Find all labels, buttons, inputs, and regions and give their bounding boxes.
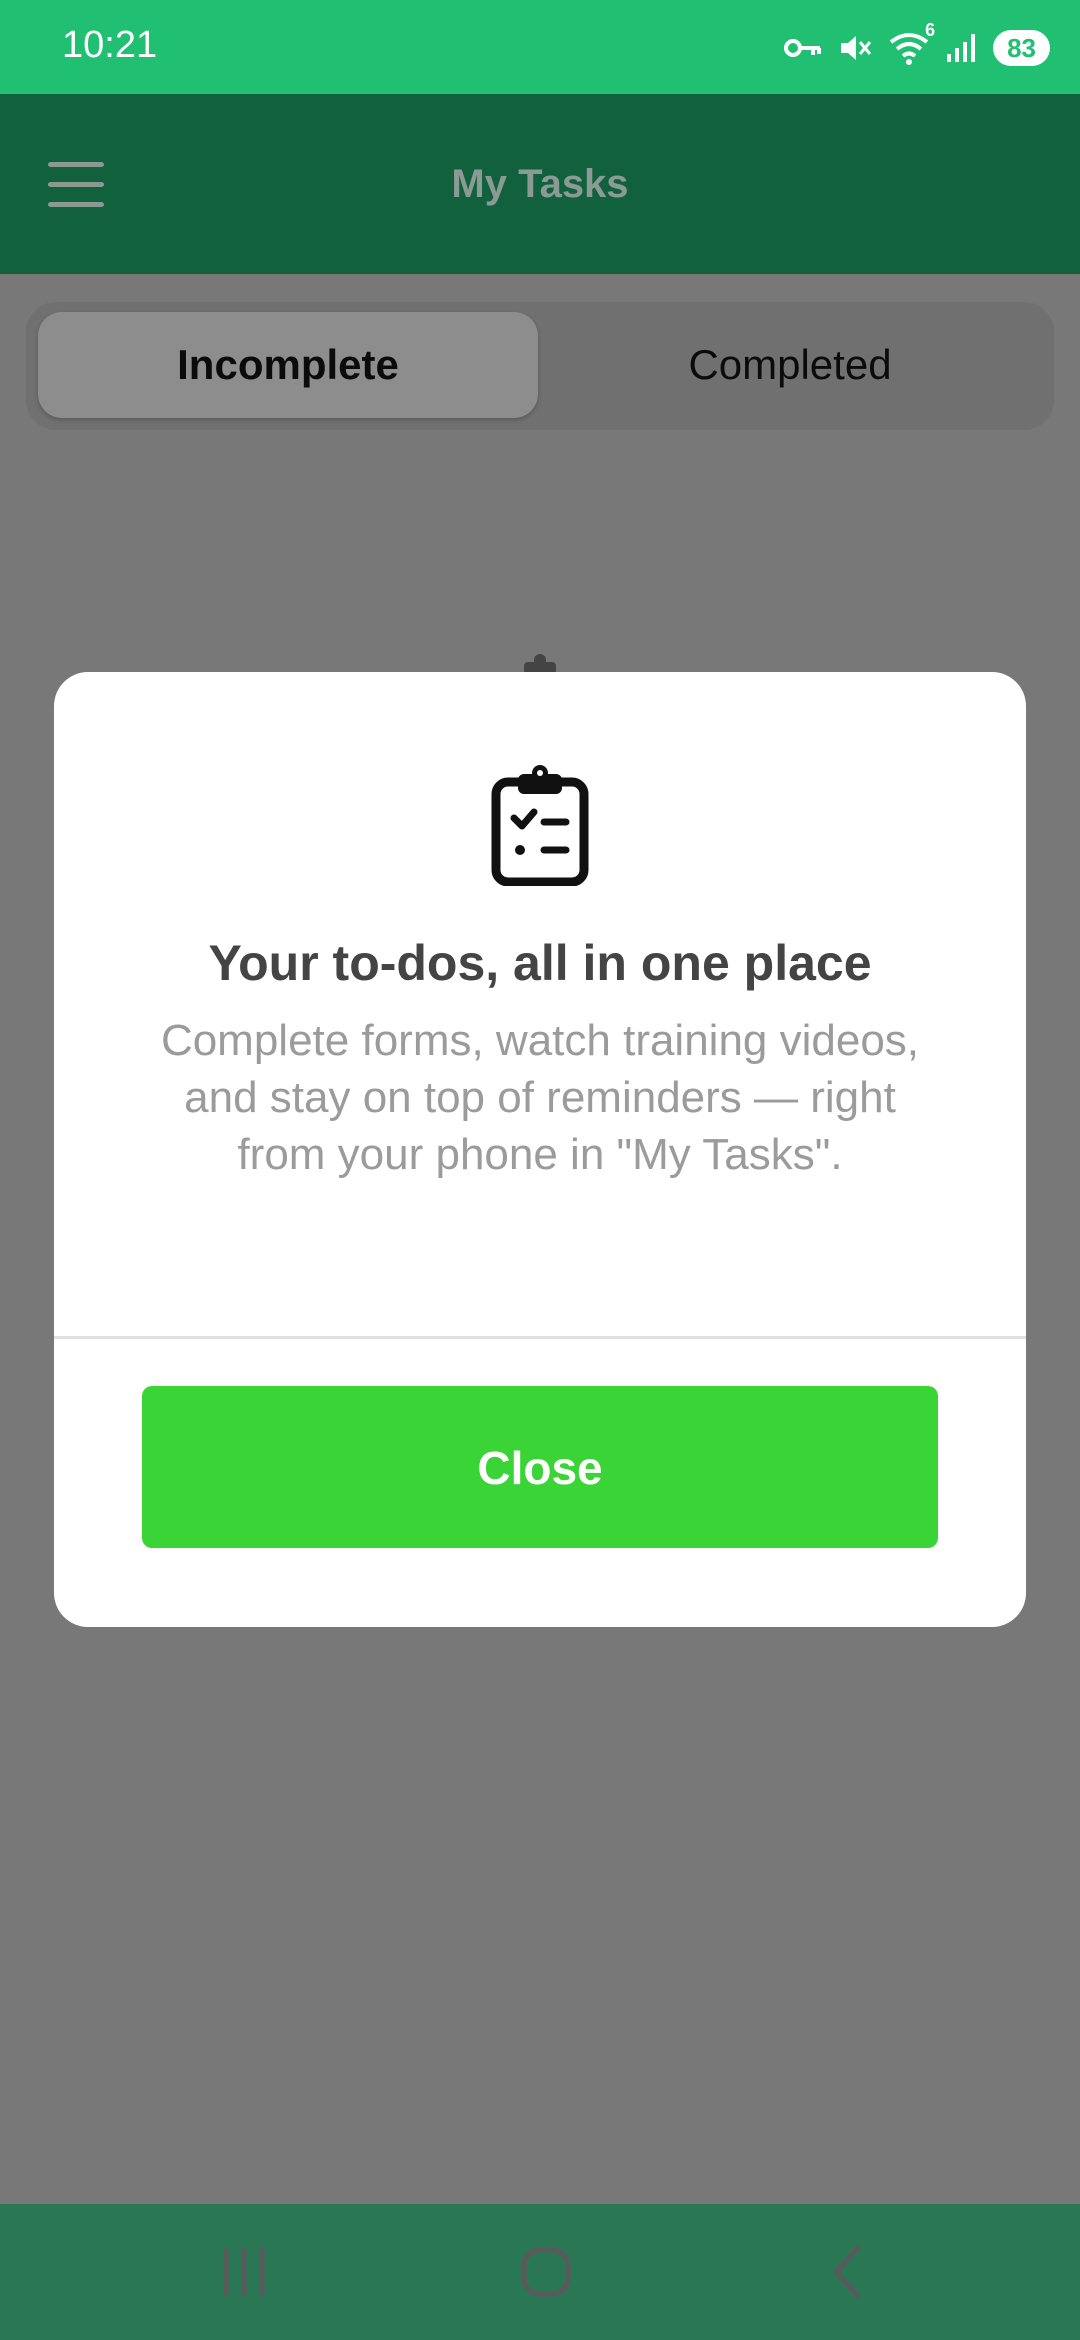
status-time: 10:21 [62,24,158,66]
recents-icon[interactable] [184,2204,304,2340]
tab-completed[interactable]: Completed [540,312,1040,418]
key-icon [783,35,823,61]
modal-title: Your to-dos, all in one place [208,935,872,991]
info-modal: Your to-dos, all in one place Complete f… [54,672,1026,1627]
home-icon[interactable] [486,2204,606,2340]
tab-incomplete[interactable]: Incomplete [38,312,538,418]
navigation-bar [0,2204,1080,2340]
close-button[interactable]: Close [142,1386,938,1548]
mute-icon [837,31,873,65]
signal-icon [945,32,979,64]
wifi-icon: 6 [887,20,935,66]
modal-divider [54,1336,1026,1339]
hamburger-menu-icon[interactable] [40,154,114,214]
clipboard-checklist-icon [490,764,590,887]
back-icon[interactable] [790,2204,910,2340]
battery-icon: 83 [993,30,1050,66]
modal-description: Complete forms, watch training videos, a… [160,1016,920,1179]
status-icons: 6 83 [783,20,1050,70]
tab-switcher: Incomplete Completed [26,302,1054,430]
wifi-badge: 6 [925,20,936,40]
status-bar: 10:21 6 83 [0,0,1080,94]
app-header: My Tasks [0,94,1080,274]
page-title: My Tasks [451,162,629,206]
